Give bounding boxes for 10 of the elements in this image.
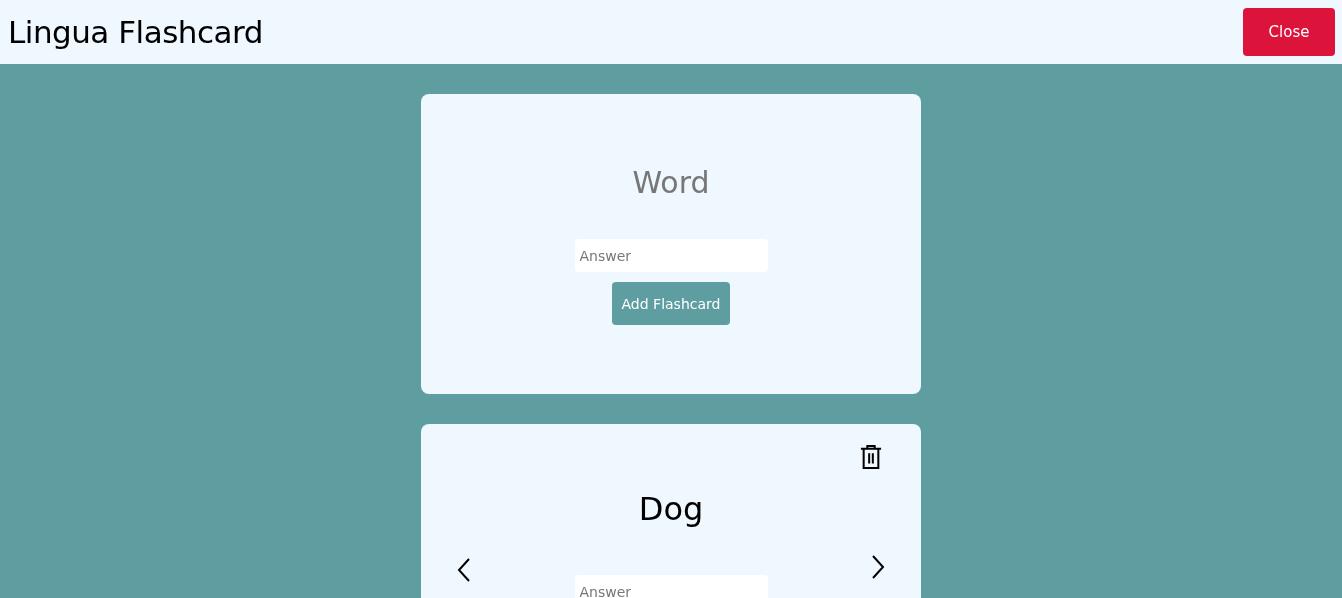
- word-field[interactable]: Word: [519, 164, 823, 201]
- chevron-left-icon[interactable]: [457, 558, 471, 582]
- chevron-right-icon[interactable]: [871, 555, 885, 579]
- trash-icon[interactable]: [860, 444, 882, 470]
- flashcard-word: Dog: [637, 490, 705, 528]
- answer-field[interactable]: Answer: [574, 239, 768, 272]
- answer-field[interactable]: Answer: [574, 575, 768, 598]
- app-title: Lingua Flashcard: [8, 14, 263, 50]
- add-flashcard-button[interactable]: Add Flashcard: [611, 282, 731, 325]
- close-button[interactable]: Close: [1243, 8, 1335, 56]
